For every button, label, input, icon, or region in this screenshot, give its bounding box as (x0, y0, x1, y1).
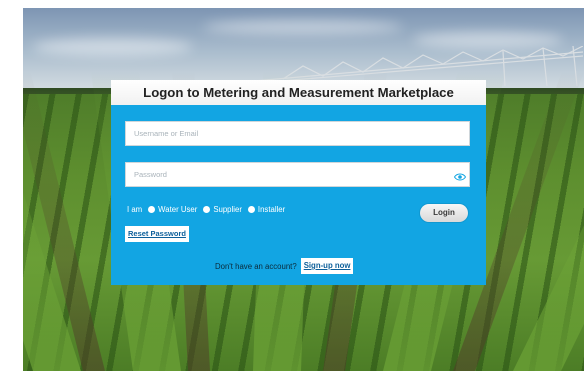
signup-row: Don't have an account? Sign-up now (215, 258, 354, 274)
radio-installer[interactable] (247, 206, 255, 213)
username-input[interactable] (125, 121, 470, 146)
signup-prompt: Don't have an account? (215, 261, 297, 271)
role-prefix: I am (127, 205, 143, 214)
radio-water-user[interactable] (148, 206, 156, 213)
signup-link[interactable]: Sign-up now (300, 258, 354, 274)
login-button[interactable]: Login (420, 204, 468, 222)
eye-icon[interactable] (454, 172, 466, 182)
role-label-installer[interactable]: Installer (258, 205, 285, 214)
reset-password-link[interactable]: Reset Password (125, 226, 189, 242)
cloud (33, 38, 193, 56)
login-panel: Logon to Metering and Measurement Market… (111, 80, 486, 285)
radio-supplier[interactable] (203, 206, 211, 213)
password-input[interactable] (125, 162, 470, 187)
cloud (203, 20, 403, 34)
page-title: Logon to Metering and Measurement Market… (143, 85, 454, 100)
role-label-supplier[interactable]: Supplier (213, 205, 242, 214)
role-selector: I am Water User Supplier Installer (127, 205, 285, 214)
login-header: Logon to Metering and Measurement Market… (111, 80, 486, 105)
role-label-water-user[interactable]: Water User (158, 205, 197, 214)
